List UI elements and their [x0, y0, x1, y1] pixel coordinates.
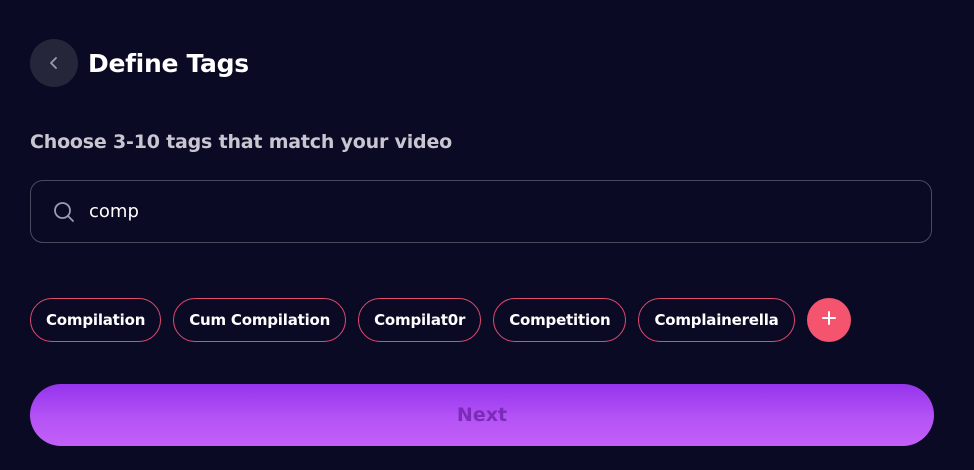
- tag-suggestions: Compilation Cum Compilation Compilat0r C…: [30, 298, 851, 342]
- back-button[interactable]: [30, 39, 78, 87]
- tag-chip[interactable]: Compilat0r: [358, 298, 482, 342]
- search-field[interactable]: [30, 180, 932, 243]
- tag-chip[interactable]: Complainerella: [638, 298, 795, 342]
- add-tag-button[interactable]: [806, 298, 851, 342]
- next-button[interactable]: Next: [30, 384, 934, 446]
- plus-icon: [821, 310, 837, 330]
- chevron-left-icon: [47, 56, 61, 70]
- define-tags-page: Define Tags Choose 3-10 tags that match …: [0, 0, 974, 470]
- tag-chip[interactable]: Compilation: [30, 298, 162, 342]
- next-button-label: Next: [456, 404, 508, 426]
- header: Define Tags: [30, 39, 249, 87]
- search-input[interactable]: [89, 191, 931, 232]
- instruction-text: Choose 3-10 tags that match your video: [30, 131, 452, 153]
- page-title: Define Tags: [88, 48, 249, 78]
- search-icon: [52, 200, 76, 224]
- tag-chip[interactable]: Cum Compilation: [173, 298, 347, 342]
- tag-chip[interactable]: Competition: [493, 298, 627, 342]
